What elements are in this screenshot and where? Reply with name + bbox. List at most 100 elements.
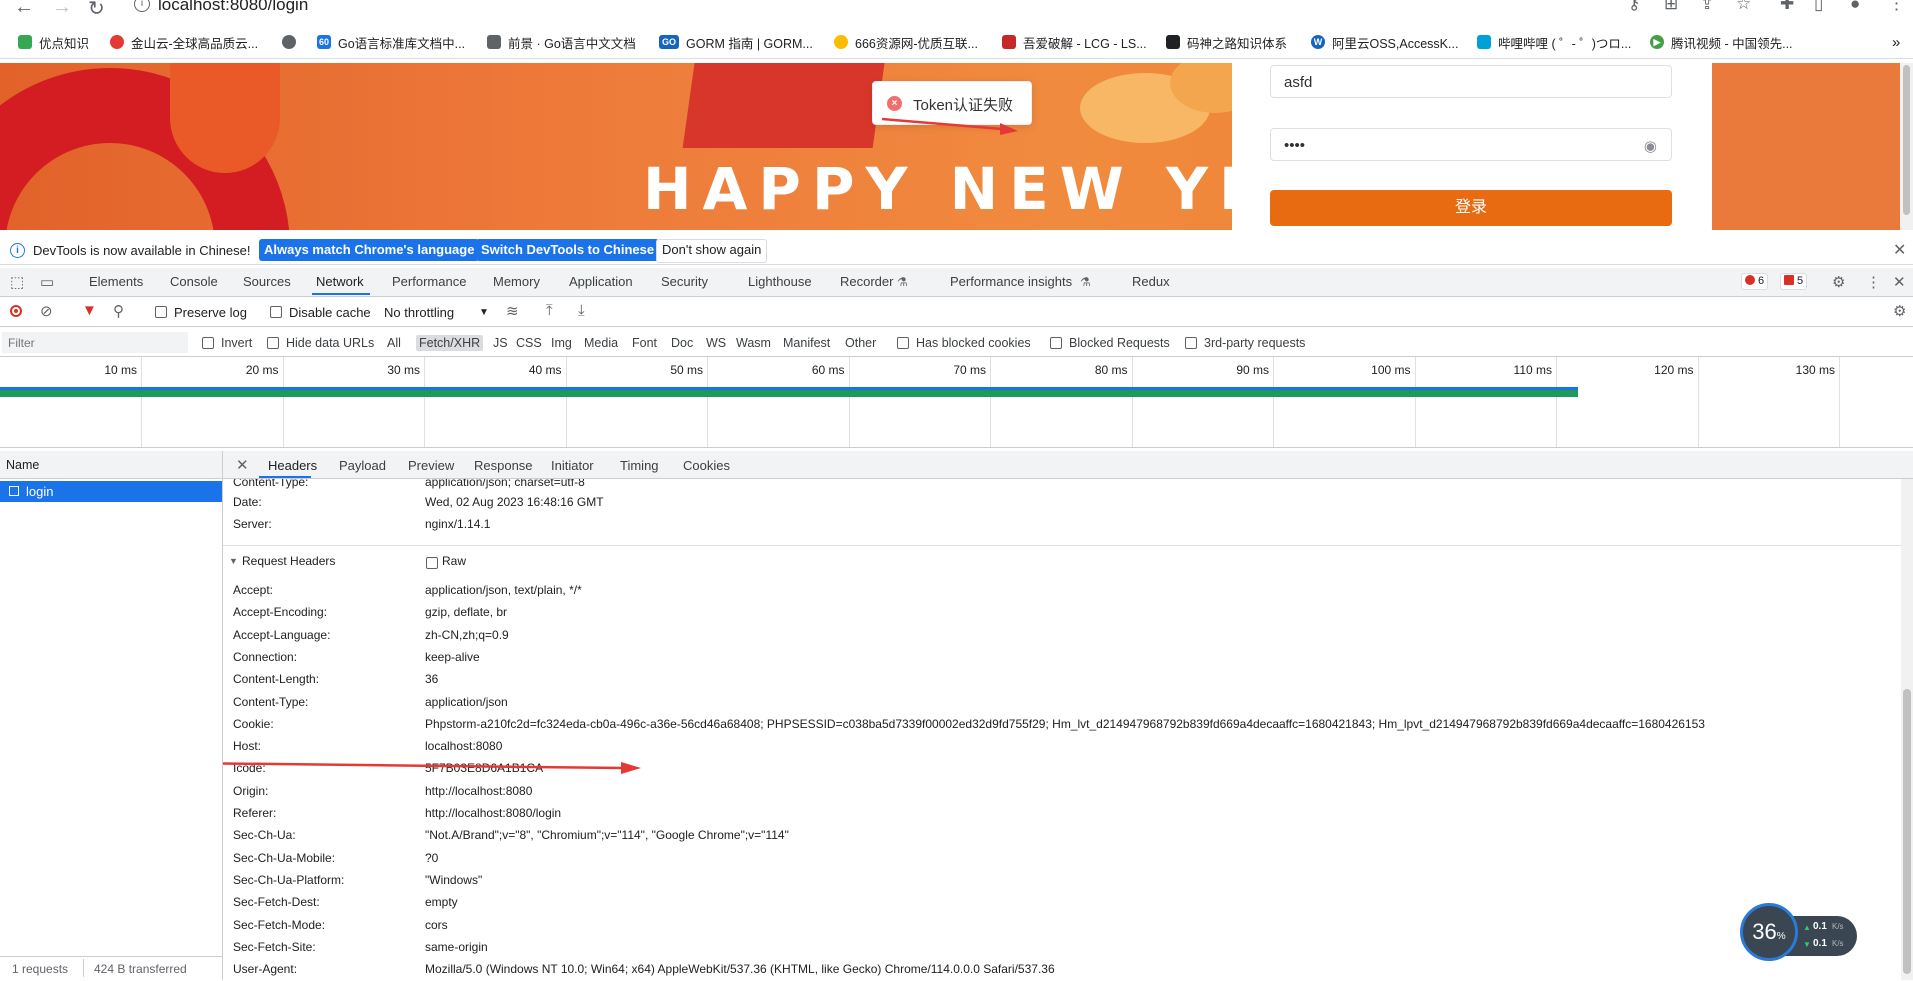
filter-type-img[interactable]: Img	[551, 336, 572, 350]
errors-badge[interactable]: 6	[1741, 273, 1769, 290]
download-icon[interactable]: ⤓	[578, 302, 585, 319]
filter-icon[interactable]: ▼	[82, 302, 97, 319]
forward-icon[interactable]: →	[52, 0, 72, 19]
disable-cache-checkbox[interactable]	[270, 306, 282, 318]
sidepanel-icon[interactable]: ▯	[1814, 0, 1823, 14]
extensions-icon[interactable]: ✚	[1780, 0, 1794, 14]
scrollbar-thumb[interactable]	[1903, 65, 1910, 215]
switch-chinese-button[interactable]: Switch DevTools to Chinese	[476, 239, 660, 261]
tab-performance-insights[interactable]: Performance insights	[950, 274, 1072, 289]
bookmark-item[interactable]: GO GORM 指南 | GORM...	[659, 32, 813, 52]
profile-icon[interactable]: ●	[1850, 0, 1860, 14]
filter-type-ws[interactable]: WS	[706, 336, 726, 350]
password-input[interactable]: •••• ◉	[1270, 128, 1672, 161]
site-info-icon[interactable]: i	[134, 0, 150, 12]
key-icon[interactable]: ⚷	[1628, 0, 1640, 14]
network-overview[interactable]: 10 ms 20 ms 30 ms 40 ms 50 ms 60 ms 70 ms 80 ms…	[0, 357, 1913, 448]
bookmark-item[interactable]: 码神之路知识体系	[1166, 32, 1287, 52]
filter-type-wasm[interactable]: Wasm	[736, 336, 771, 350]
bookmark-item[interactable]: W 阿里云OSS,AccessK...	[1311, 32, 1458, 52]
bookmark-item[interactable]: 前景 · Go语言中文文档	[487, 32, 636, 52]
request-headers-title[interactable]: Request Headers	[242, 554, 335, 568]
match-language-button[interactable]: Always match Chrome's language	[259, 239, 480, 261]
blocked-requests-checkbox[interactable]	[1050, 337, 1062, 349]
tab-elements[interactable]: Elements	[89, 274, 143, 289]
headers-scrollbar[interactable]	[1901, 479, 1913, 980]
record-icon[interactable]	[10, 305, 22, 317]
bookmark-item[interactable]: ▶ 腾讯视频 - 中国领先...	[1650, 32, 1793, 52]
bookmark-item[interactable]: 优点知识	[18, 32, 89, 52]
tab-initiator[interactable]: Initiator	[551, 458, 594, 473]
search-icon[interactable]: ⚲	[113, 302, 124, 320]
tab-performance[interactable]: Performance	[392, 274, 466, 289]
tab-timing[interactable]: Timing	[620, 458, 659, 473]
has-blocked-cookies-checkbox[interactable]	[897, 337, 909, 349]
tab-console[interactable]: Console	[170, 274, 218, 289]
tab-sources[interactable]: Sources	[243, 274, 291, 289]
tab-recorder[interactable]: Recorder	[840, 274, 893, 289]
device-toggle-icon[interactable]: ▭	[40, 273, 54, 291]
bookmark-item[interactable]: 哔哩哔哩 ( ゜- ゜)つロ...	[1477, 32, 1631, 52]
tab-redux[interactable]: Redux	[1132, 274, 1170, 289]
filter-type-js[interactable]: JS	[493, 336, 508, 350]
tab-lighthouse[interactable]: Lighthouse	[748, 274, 812, 289]
triangle-down-icon[interactable]: ▼	[229, 556, 238, 566]
tab-payload[interactable]: Payload	[339, 458, 386, 473]
back-icon[interactable]: ←	[14, 0, 34, 19]
hide-data-urls-checkbox[interactable]	[267, 337, 279, 349]
more-icon[interactable]: ⋮	[1866, 273, 1881, 291]
clear-icon[interactable]: ⊘	[40, 302, 53, 320]
invert-checkbox[interactable]	[202, 337, 214, 349]
tab-security[interactable]: Security	[661, 274, 708, 289]
bookmark-item[interactable]: 金山云-全球高品质云...	[110, 32, 258, 52]
close-detail-icon[interactable]: ✕	[236, 456, 249, 474]
tab-preview[interactable]: Preview	[408, 458, 454, 473]
filter-type-all[interactable]: All	[387, 336, 401, 350]
throttling-select[interactable]: No throttling	[384, 305, 454, 320]
request-row[interactable]: login	[0, 481, 222, 502]
bookmark-item[interactable]: 60 Go语言标准库文档中...	[317, 32, 465, 52]
chevron-down-icon[interactable]: ▼	[479, 307, 489, 318]
bookmark-item[interactable]	[282, 32, 303, 52]
preserve-log-checkbox[interactable]	[155, 306, 167, 318]
bookmark-item[interactable]: 666资源网-优质互联...	[834, 32, 978, 52]
translate-icon[interactable]: ⊞	[1664, 0, 1678, 14]
filter-type-manifest[interactable]: Manifest	[783, 336, 830, 350]
filter-type-media[interactable]: Media	[584, 336, 618, 350]
menu-icon[interactable]: ⋮	[1888, 0, 1905, 14]
tab-cookies[interactable]: Cookies	[683, 458, 730, 473]
username-input[interactable]: asfd	[1270, 65, 1672, 98]
close-devtools-icon[interactable]: ✕	[1893, 273, 1906, 291]
more-bookmarks-icon[interactable]: »	[1892, 32, 1900, 52]
filter-type-css[interactable]: CSS	[516, 336, 542, 350]
bookmark-item[interactable]: 吾爱破解 - LCG - LS...	[1002, 32, 1147, 52]
filter-type-doc[interactable]: Doc	[671, 336, 693, 350]
tab-headers[interactable]: Headers	[268, 458, 317, 473]
tab-network[interactable]: Network	[316, 274, 364, 289]
eye-off-icon[interactable]: ◉	[1644, 137, 1657, 155]
third-party-checkbox[interactable]	[1185, 337, 1197, 349]
filter-input[interactable]	[2, 332, 188, 353]
share-icon[interactable]: ⇪	[1700, 0, 1714, 14]
tab-application[interactable]: Application	[569, 274, 633, 289]
scrollbar-thumb[interactable]	[1903, 689, 1911, 974]
gear-icon[interactable]: ⚙	[1832, 273, 1845, 291]
tab-response[interactable]: Response	[474, 458, 533, 473]
issues-badge[interactable]: 5	[1780, 273, 1808, 290]
filter-type-fetch-xhr[interactable]: Fetch/XHR	[416, 335, 484, 351]
tab-memory[interactable]: Memory	[493, 274, 540, 289]
filter-type-other[interactable]: Other	[845, 336, 876, 350]
network-speed-widget[interactable]: ▲ 0.1 K/s ▼ 0.1 K/s 36%	[1740, 903, 1858, 967]
close-icon[interactable]: ✕	[1893, 240, 1906, 260]
dont-show-again-button[interactable]: Don't show again	[656, 239, 768, 263]
filter-type-font[interactable]: Font	[632, 336, 657, 350]
raw-checkbox[interactable]	[426, 557, 438, 569]
upload-icon[interactable]: ⤒	[546, 302, 553, 319]
name-column-header[interactable]: Name	[0, 451, 222, 479]
wifi-settings-icon[interactable]: ≋	[506, 302, 519, 320]
url-field[interactable]: localhost:8080/login	[158, 0, 308, 15]
login-button[interactable]: 登录	[1270, 190, 1672, 226]
network-settings-icon[interactable]: ⚙	[1893, 302, 1906, 320]
reload-icon[interactable]: ↻	[88, 0, 105, 21]
bookmark-star-icon[interactable]: ☆	[1736, 0, 1751, 14]
